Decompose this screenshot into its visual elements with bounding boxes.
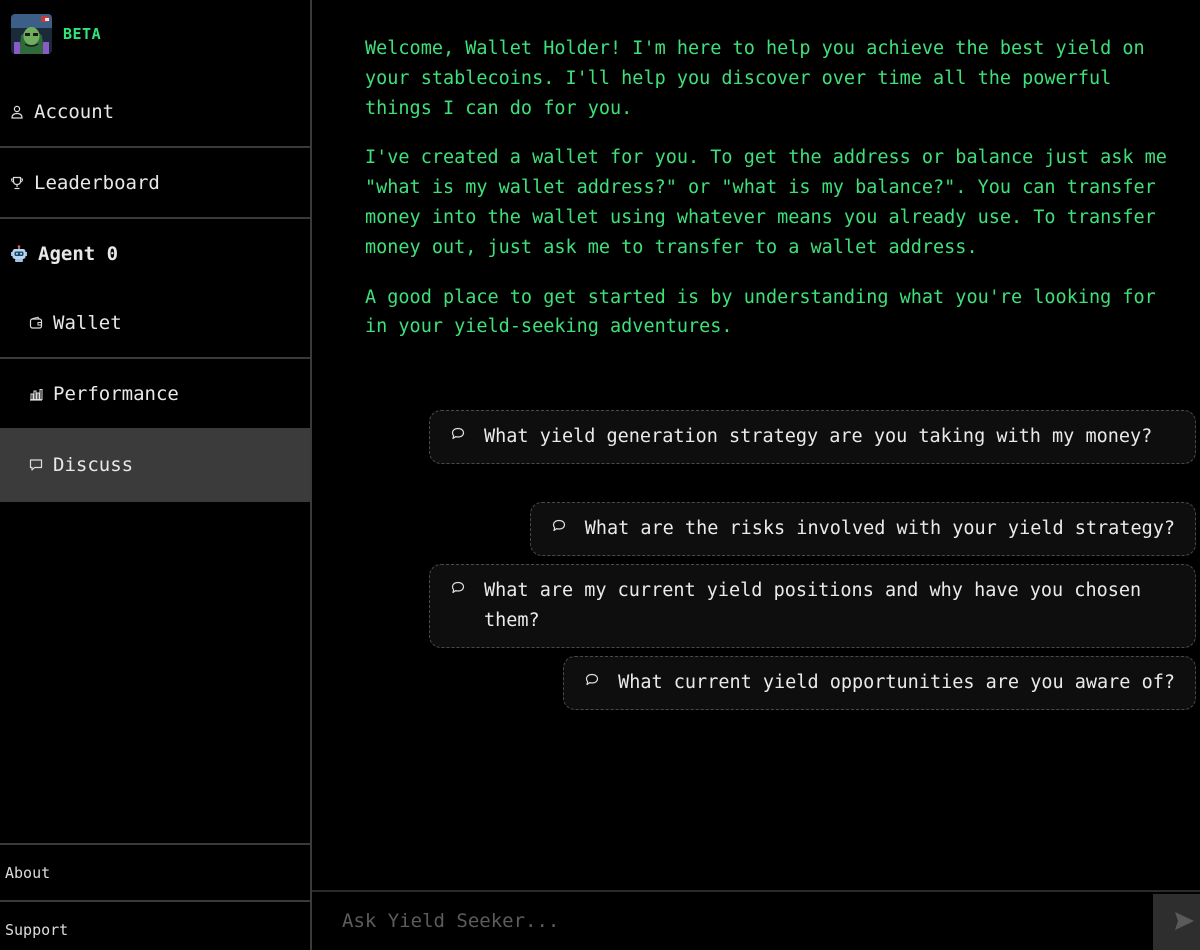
welcome-paragraph: I've created a wallet for you. To get th… [365,147,1167,258]
suggestion-label: What are my current yield positions and … [484,580,1142,631]
speech-bubble-icon [450,422,466,440]
welcome-message: Welcome, Wallet Holder! I'm here to help… [365,34,1180,362]
robot-icon [10,245,28,263]
trophy-icon [10,176,24,190]
nav-leaderboard-label: Leaderboard [34,171,160,194]
send-button[interactable] [1153,894,1200,950]
chat-input[interactable] [312,892,1152,950]
nav-account[interactable]: Account [0,77,310,148]
suggestion-label: What current yield opportunities are you… [618,672,1175,693]
chat-panel: Welcome, Wallet Holder! I'm here to help… [312,0,1200,950]
nav-discuss[interactable]: Discuss [0,430,310,502]
nav-leaderboard[interactable]: Leaderboard [0,148,310,219]
nav-account-label: Account [34,100,115,123]
suggestion-button[interactable]: What current yield opportunities are you… [563,656,1196,710]
nav-agent-label: Agent 0 [38,243,119,265]
nav-agent-header[interactable]: Agent 0 [0,219,310,289]
support-link-label: Support [5,921,69,939]
chat-input-bar [312,890,1200,950]
suggestion-button[interactable]: What are my current yield positions and … [429,564,1196,648]
wallet-icon [29,316,43,330]
nav-discuss-label: Discuss [53,454,134,476]
about-link-label: About [5,864,51,882]
suggestion-label: What yield generation strategy are you t… [484,426,1153,447]
nav-performance-label: Performance [53,382,179,405]
chat-icon [29,458,43,472]
user-icon [10,105,24,119]
suggestion-label: What are the risks involved with your yi… [584,518,1175,539]
suggestion-button[interactable]: What are the risks involved with your yi… [529,502,1196,556]
send-arrow-icon [1172,909,1196,937]
welcome-paragraph: Welcome, Wallet Holder! I'm here to help… [365,38,1145,119]
beta-badge: BETA [63,25,102,43]
support-link[interactable]: Support [0,900,310,950]
sidebar: BETA Account Leaderboard Agent 0 Wallet … [0,0,312,950]
speech-bubble-icon [551,514,567,532]
suggestion-button[interactable]: What yield generation strategy are you t… [429,410,1196,464]
about-link[interactable]: About [0,843,310,901]
nav-performance[interactable]: Performance [0,359,310,430]
nav-wallet[interactable]: Wallet [0,289,310,359]
welcome-paragraph: A good place to get started is by unders… [365,286,1156,338]
agent-logo[interactable] [11,14,52,54]
speech-bubble-icon [584,668,600,686]
brand-header: BETA [0,0,310,77]
speech-bubble-icon [450,576,466,594]
nav-wallet-label: Wallet [53,312,122,334]
bar-chart-icon [29,387,43,401]
